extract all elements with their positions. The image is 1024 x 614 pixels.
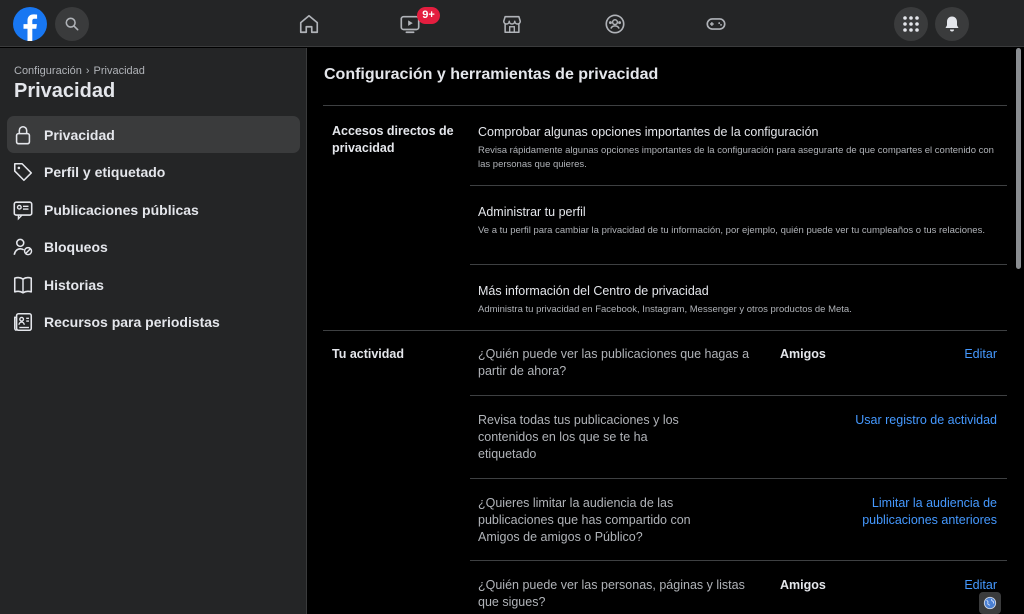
sidebar-item-bloqueos[interactable]: Bloqueos [7, 229, 300, 266]
facebook-logo-icon[interactable] [13, 7, 47, 41]
main-scrollbar[interactable] [1016, 48, 1021, 269]
row-divider [470, 395, 1007, 396]
breadcrumb-separator: › [85, 65, 90, 77]
menu-grid-icon [903, 16, 919, 32]
marketplace-icon [502, 15, 522, 34]
notifications-button[interactable] [935, 7, 969, 41]
sidebar-item-privacidad[interactable]: Privacidad [7, 116, 300, 153]
shortcut-title: Comprobar algunas opciones importantes d… [478, 125, 819, 139]
globe-icon [983, 596, 997, 610]
breadcrumb-parent-link[interactable]: Configuración [14, 65, 82, 77]
activity-log-link[interactable]: Usar registro de actividad [855, 412, 997, 429]
groups-icon [605, 14, 625, 34]
language-globe-button[interactable] [979, 592, 1001, 614]
sidebar-item-label: Perfil y etiquetado [44, 164, 166, 181]
sidebar-item-label: Bloqueos [44, 239, 108, 256]
search-button[interactable] [55, 7, 89, 41]
shortcut-title: Administrar tu perfil [478, 205, 586, 219]
sidebar-menu: Privacidad Perfil y etiquetado Publicaci… [7, 116, 300, 342]
gaming-icon [706, 18, 726, 30]
limit-past-posts-link[interactable]: Limitar la audiencia de publicaciones an… [837, 495, 997, 529]
public-posts-icon [13, 201, 33, 221]
privacy-settings-main: Configuración y herramientas de privacid… [308, 48, 1024, 614]
video-notification-badge: 9+ [417, 7, 440, 24]
shortcut-manage-profile[interactable]: Administrar tu perfil Ve a tu perfil par… [478, 204, 1008, 238]
news-icon [14, 313, 33, 332]
block-user-icon [13, 238, 33, 256]
page-title: Configuración y herramientas de privacid… [324, 66, 659, 83]
row-divider [470, 560, 1007, 561]
audience-value: Amigos [780, 578, 826, 592]
book-icon [13, 276, 33, 294]
sidebar-item-recursos-periodistas[interactable]: Recursos para periodistas [7, 304, 300, 341]
activity-question-future-posts: ¿Quién puede ver las publicaciones que h… [478, 347, 750, 378]
sidebar-item-label: Recursos para periodistas [44, 314, 220, 331]
edit-future-posts-link[interactable]: Editar [964, 346, 997, 363]
sidebar-item-label: Privacidad [44, 126, 115, 143]
shortcut-check-settings[interactable]: Comprobar algunas opciones importantes d… [478, 124, 1008, 172]
sidebar-item-label: Publicaciones públicas [44, 201, 199, 218]
search-icon [65, 17, 79, 31]
lock-icon [15, 125, 31, 144]
activity-question-following-visibility: ¿Quién puede ver las personas, páginas y… [478, 578, 745, 609]
marketplace-nav-button[interactable] [498, 10, 526, 38]
shortcut-description: Ve a tu perfil para cambiar la privacida… [478, 225, 985, 236]
activity-question-review-posts: Revisa todas tus publicaciones y los con… [478, 413, 679, 461]
menu-button[interactable] [894, 7, 928, 41]
breadcrumb-current: Privacidad [93, 65, 145, 77]
audience-value: Amigos [780, 347, 826, 361]
home-icon [299, 14, 319, 34]
breadcrumb: Configuración › Privacidad [14, 65, 145, 77]
shortcut-title: Más información del Centro de privacidad [478, 284, 709, 298]
shortcut-privacy-center[interactable]: Más información del Centro de privacidad… [478, 283, 1008, 317]
shortcut-description: Revisa rápidamente algunas opciones impo… [478, 145, 994, 170]
shortcut-divider [470, 264, 1007, 265]
shortcut-divider [470, 185, 1007, 186]
sidebar-item-label: Historias [44, 276, 104, 293]
groups-nav-button[interactable] [601, 10, 629, 38]
tag-icon [13, 163, 33, 182]
sidebar-title: Privacidad [14, 80, 116, 102]
row-divider [470, 478, 1007, 479]
notifications-icon [945, 16, 959, 32]
activity-section-label: Tu actividad [332, 347, 405, 361]
shortcuts-section-label: Accesos directos de privacidad [332, 124, 454, 155]
section-divider [323, 330, 1007, 331]
top-navigation-bar: 9+ [0, 0, 1024, 47]
home-nav-button[interactable] [295, 10, 323, 38]
shortcut-description: Administra tu privacidad en Facebook, In… [478, 304, 852, 315]
title-divider [323, 105, 1007, 106]
gaming-nav-button[interactable] [702, 10, 730, 38]
activity-question-limit-past-posts: ¿Quieres limitar la audiencia de las pub… [478, 496, 691, 544]
sidebar-item-publicaciones-publicas[interactable]: Publicaciones públicas [7, 191, 300, 228]
settings-sidebar: Configuración › Privacidad Privacidad Priv… [0, 48, 307, 614]
sidebar-item-historias[interactable]: Historias [7, 266, 300, 303]
sidebar-item-perfil-etiquetado[interactable]: Perfil y etiquetado [7, 154, 300, 191]
